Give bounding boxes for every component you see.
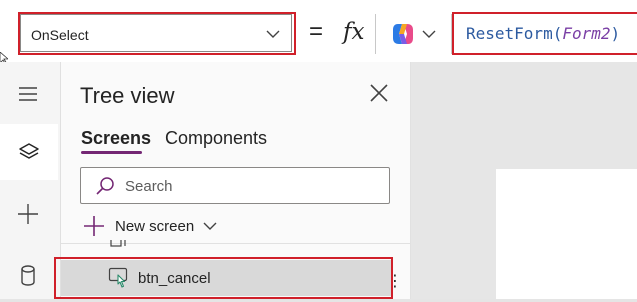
formula-open-paren: ( [552, 24, 563, 43]
formula-close-paren: ) [610, 24, 621, 43]
tree-view-panel: Tree view Screens Components New screen [61, 62, 411, 299]
plus-icon [18, 204, 38, 224]
tree-item-btn-cancel[interactable]: btn_cancel [61, 260, 391, 296]
more-options-icon[interactable]: ⋮ [387, 271, 403, 291]
property-dropdown[interactable]: OnSelect [20, 14, 292, 52]
fx-button[interactable]: fx [343, 19, 364, 45]
formula-argument: Form2 [562, 24, 611, 43]
formula-input[interactable]: ResetForm(Form2) [466, 24, 620, 43]
rail-item-insert[interactable] [0, 185, 58, 241]
tree-item-label: btn_cancel [138, 270, 211, 287]
search-box[interactable] [80, 167, 390, 204]
equals-sign: = [309, 18, 324, 45]
chevron-down-icon [203, 222, 217, 230]
search-icon [96, 177, 114, 195]
button-icon [108, 267, 128, 288]
canvas-screen[interactable] [496, 169, 637, 299]
rail-item-data[interactable] [0, 246, 58, 302]
panel-title: Tree view [80, 83, 175, 108]
copilot-chevron-down-icon[interactable] [421, 28, 437, 40]
plus-icon [84, 216, 104, 236]
tab-screens[interactable]: Screens [81, 128, 151, 149]
hamburger-icon [19, 87, 37, 101]
active-tab-indicator [81, 151, 142, 154]
rail-item-menu[interactable] [0, 66, 58, 122]
tab-components[interactable]: Components [165, 128, 267, 149]
formula-function: ResetForm [466, 24, 553, 43]
property-dropdown-value: OnSelect [31, 27, 89, 43]
formula-bar: OnSelect = fx ResetForm(Form2) [0, 0, 637, 63]
layers-icon [19, 143, 39, 159]
new-screen-label: New screen [115, 218, 195, 235]
database-icon [21, 265, 35, 286]
chevron-down-icon [266, 30, 280, 38]
search-input[interactable] [125, 176, 375, 196]
close-icon[interactable] [368, 82, 390, 104]
divider [451, 14, 452, 54]
rail-item-tree-view[interactable] [0, 124, 58, 180]
tree-node-icon [110, 240, 126, 247]
divider [375, 14, 376, 54]
left-rail [0, 62, 61, 299]
copilot-icon[interactable] [390, 22, 416, 46]
